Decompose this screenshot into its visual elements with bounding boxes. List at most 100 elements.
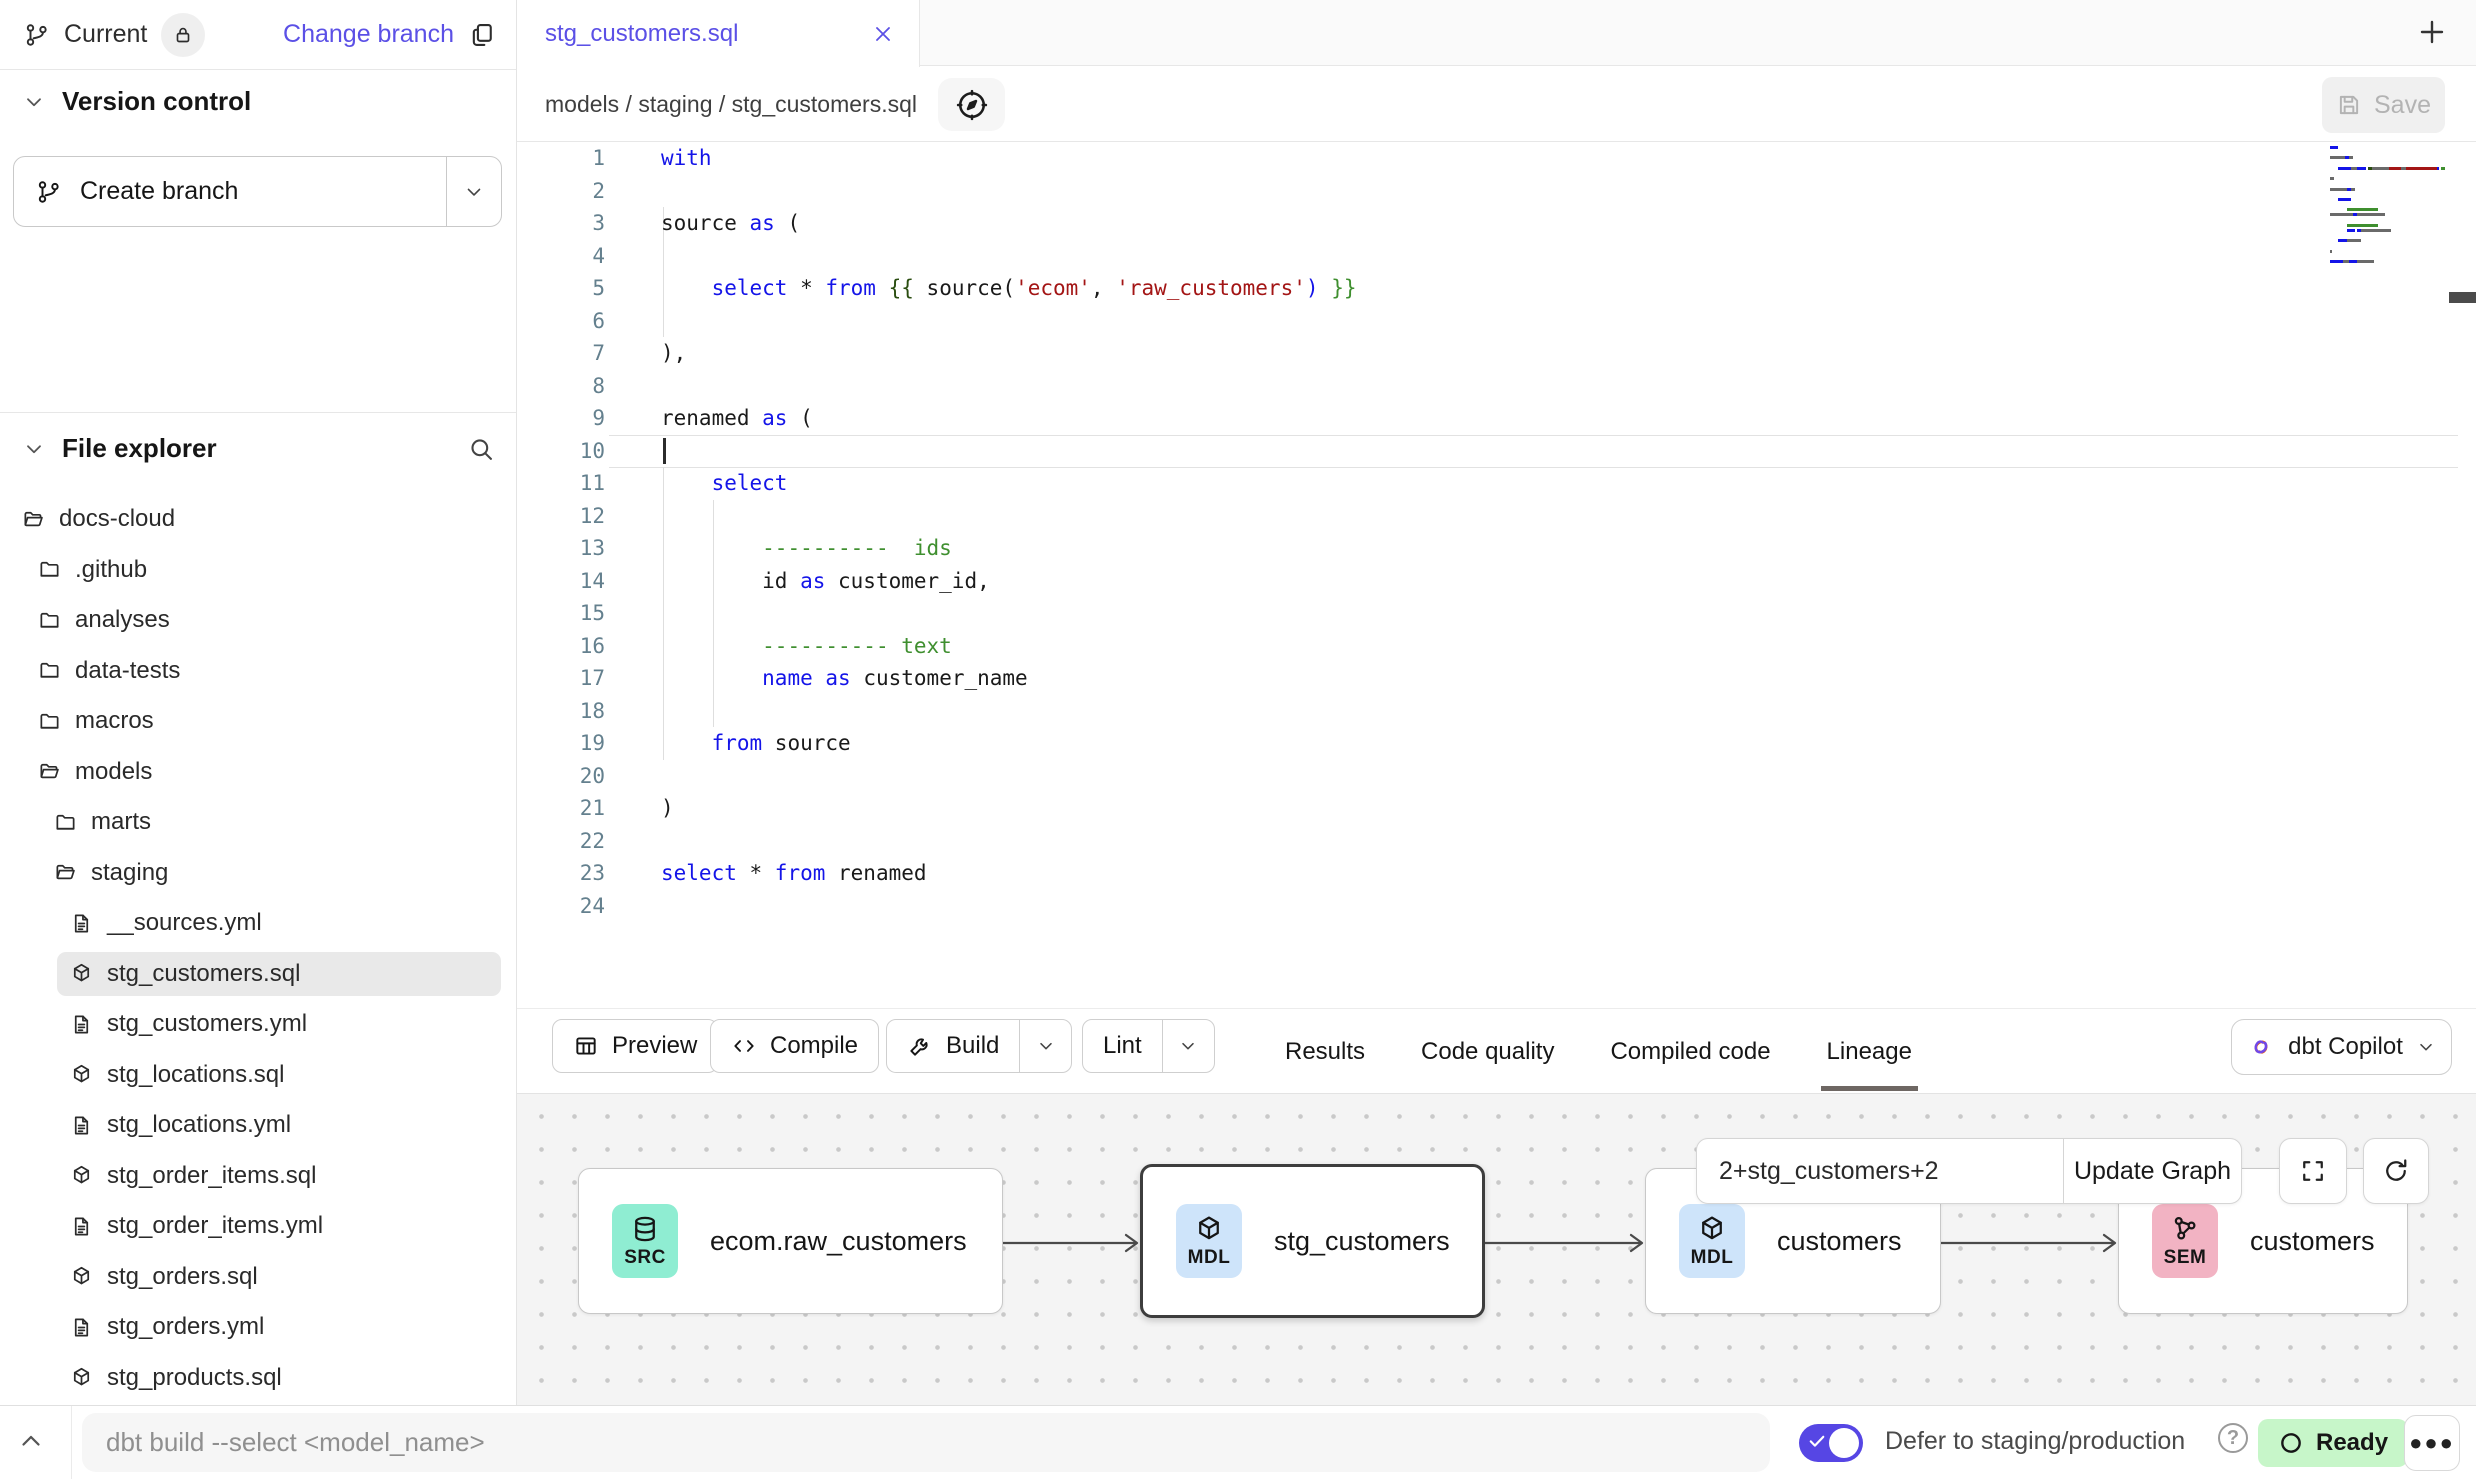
tree-item-docs-cloud[interactable]: docs-cloud bbox=[0, 494, 516, 545]
help-icon[interactable]: ? bbox=[2218, 1423, 2248, 1453]
code-line-23: select * from renamed bbox=[661, 857, 927, 890]
code-token: 'raw_customers' bbox=[1116, 276, 1306, 300]
code-token: as bbox=[750, 211, 775, 235]
build-dropdown[interactable] bbox=[1019, 1020, 1071, 1072]
tree-item-label: .github bbox=[75, 556, 147, 584]
tree-item-stg-locations-sql[interactable]: stg_locations.sql bbox=[0, 1050, 516, 1101]
scrollbar-thumb[interactable] bbox=[2449, 292, 2476, 303]
tree-item--sources-yml[interactable]: __sources.yml bbox=[0, 898, 516, 949]
tree-item-stg-products-sql[interactable]: stg_products.sql bbox=[0, 1353, 516, 1404]
tree-item-models[interactable]: models bbox=[0, 747, 516, 798]
code-line-16: ---------- text bbox=[661, 630, 952, 663]
copilot-compass-button[interactable] bbox=[938, 78, 1005, 131]
more-options-button[interactable]: ●●● bbox=[2404, 1415, 2460, 1471]
code-token: ---------- ids bbox=[762, 536, 952, 560]
lint-button[interactable]: Lint bbox=[1083, 1020, 1162, 1072]
tree-item-marts[interactable]: marts bbox=[0, 797, 516, 848]
create-branch-button[interactable]: Create branch bbox=[14, 157, 446, 226]
file-explorer-header[interactable]: File explorer bbox=[22, 433, 495, 464]
code-token: 'ecom' bbox=[1015, 276, 1091, 300]
code-line-13: ---------- ids bbox=[661, 532, 952, 565]
tree-item-stg-orders-yml[interactable]: stg_orders.yml bbox=[0, 1302, 516, 1353]
lint-dropdown[interactable] bbox=[1162, 1020, 1214, 1072]
tab-stg-customers-sql[interactable]: stg_customers.sql bbox=[517, 0, 920, 67]
save-button[interactable]: Save bbox=[2322, 77, 2445, 133]
change-branch-link[interactable]: Change branch bbox=[283, 20, 454, 49]
tab-compiled-code[interactable]: Compiled code bbox=[1610, 1009, 1770, 1094]
close-icon[interactable] bbox=[871, 22, 895, 46]
code-token: ---------- text bbox=[762, 634, 952, 658]
tree-item-analyses[interactable]: analyses bbox=[0, 595, 516, 646]
tab-code-quality[interactable]: Code quality bbox=[1421, 1009, 1554, 1094]
lineage-selector-input[interactable] bbox=[1697, 1139, 2063, 1203]
search-icon[interactable] bbox=[467, 435, 495, 463]
tree-item-label: data-tests bbox=[75, 657, 180, 685]
chevron-down-icon bbox=[1178, 1036, 1198, 1056]
code-token: ) bbox=[661, 796, 674, 820]
lineage-node-ecom-raw-customers[interactable]: SRCecom.raw_customers bbox=[578, 1168, 1003, 1314]
code-token: source bbox=[762, 731, 851, 755]
copy-icon[interactable] bbox=[468, 21, 496, 49]
refresh-button[interactable] bbox=[2363, 1138, 2429, 1204]
status-badge: Ready bbox=[2258, 1419, 2408, 1467]
lineage-panel[interactable]: SRCecom.raw_customersMDLstg_customersMDL… bbox=[517, 1093, 2476, 1405]
code-token bbox=[661, 471, 712, 495]
code-token: * bbox=[737, 861, 775, 885]
create-branch-dropdown[interactable] bbox=[446, 157, 501, 226]
tree-item-data-tests[interactable]: data-tests bbox=[0, 646, 516, 697]
branch-bar: Current Change branch bbox=[0, 0, 516, 70]
tab-title: stg_customers.sql bbox=[545, 20, 871, 48]
tree-item-stg-customers-sql[interactable]: stg_customers.sql bbox=[0, 949, 516, 1000]
dbt-copilot-button[interactable]: dbt Copilot bbox=[2231, 1019, 2452, 1075]
file-icon bbox=[70, 1013, 93, 1036]
create-branch-split-button: Create branch bbox=[13, 156, 502, 227]
tree-item-label: stg_customers.sql bbox=[107, 960, 300, 988]
tab-results[interactable]: Results bbox=[1285, 1009, 1365, 1094]
file-icon bbox=[70, 1316, 93, 1339]
line-number: 10 bbox=[517, 435, 605, 468]
tree-item-stg-order-items-yml[interactable]: stg_order_items.yml bbox=[0, 1201, 516, 1252]
dbt-command-input[interactable] bbox=[82, 1413, 1770, 1472]
lineage-node-stg-customers[interactable]: MDLstg_customers bbox=[1140, 1164, 1485, 1318]
code-token: , bbox=[1091, 276, 1116, 300]
compile-button[interactable]: Compile bbox=[710, 1019, 879, 1073]
compass-icon bbox=[955, 88, 989, 122]
code-token bbox=[661, 276, 712, 300]
preview-button[interactable]: Preview bbox=[552, 1019, 718, 1073]
tree-item-label: stg_order_items.sql bbox=[107, 1162, 316, 1190]
tree-item-stg-customers-yml[interactable]: stg_customers.yml bbox=[0, 999, 516, 1050]
file-icon bbox=[70, 1215, 93, 1238]
cube-icon bbox=[70, 962, 93, 985]
editor-toolbar: Preview Compile Build Lint Results Code q… bbox=[517, 1008, 2476, 1093]
tree-item-label: stg_locations.yml bbox=[107, 1111, 291, 1139]
code-token: as bbox=[762, 406, 787, 430]
fullscreen-button[interactable] bbox=[2279, 1138, 2347, 1204]
line-number: 23 bbox=[517, 857, 605, 890]
line-number: 21 bbox=[517, 792, 605, 825]
chevron-down-icon bbox=[22, 437, 46, 461]
code-token: id bbox=[661, 569, 800, 593]
compile-label: Compile bbox=[770, 1032, 858, 1060]
tree-item--github[interactable]: .github bbox=[0, 545, 516, 596]
tab-lineage[interactable]: Lineage bbox=[1827, 1009, 1912, 1094]
tree-item-label: stg_products.sql bbox=[107, 1364, 282, 1392]
build-button[interactable]: Build bbox=[887, 1020, 1019, 1072]
tree-item-stg-order-items-sql[interactable]: stg_order_items.sql bbox=[0, 1151, 516, 1202]
code-token: with bbox=[661, 146, 712, 170]
file-icon bbox=[70, 1114, 93, 1137]
code-token: }} bbox=[1331, 276, 1356, 300]
node-badge-src: SRC bbox=[612, 1204, 678, 1278]
tree-item-staging[interactable]: staging bbox=[0, 848, 516, 899]
version-control-header[interactable]: Version control bbox=[22, 86, 251, 117]
cube-icon bbox=[1697, 1214, 1727, 1244]
tree-item-macros[interactable]: macros bbox=[0, 696, 516, 747]
folder-icon bbox=[54, 811, 77, 834]
tree-item-stg-locations-yml[interactable]: stg_locations.yml bbox=[0, 1100, 516, 1151]
defer-toggle[interactable] bbox=[1799, 1424, 1863, 1462]
code-editor[interactable]: 1with23source as (45 select * from {{ so… bbox=[517, 142, 2476, 1008]
tree-item-stg-orders-sql[interactable]: stg_orders.sql bbox=[0, 1252, 516, 1303]
tab-bar: stg_customers.sql bbox=[517, 0, 2476, 66]
collapse-button[interactable] bbox=[16, 1426, 46, 1456]
update-graph-button[interactable]: Update Graph bbox=[2063, 1139, 2241, 1203]
new-tab-button[interactable] bbox=[2416, 16, 2448, 48]
